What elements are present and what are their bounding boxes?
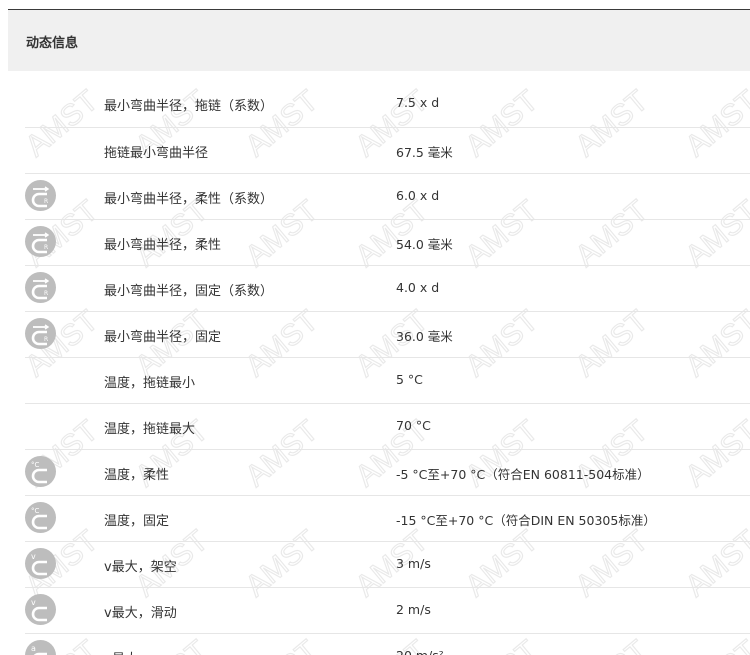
spec-value: 20 m/s² (396, 648, 444, 655)
svg-text:R: R (44, 198, 48, 205)
spec-value: 54.0 毫米 (396, 237, 453, 252)
bend-radius-icon: R (25, 272, 59, 306)
spec-label: v最大，架空 (104, 560, 177, 575)
spec-value: 3 m/s (396, 556, 431, 571)
spec-value: 36.0 毫米 (396, 329, 453, 344)
spec-row: R 最小弯曲半径，柔性（系数） 6.0 x d (25, 174, 750, 220)
spec-row: R 最小弯曲半径，固定（系数） 4.0 x d (25, 266, 750, 312)
spec-value: 70 °C (396, 418, 431, 433)
spec-value: 2 m/s (396, 602, 431, 617)
svg-text:v: v (31, 552, 36, 561)
spec-row: v v最大，架空 3 m/s (25, 542, 750, 588)
bend-radius-icon: R (25, 318, 59, 352)
spec-value: 6.0 x d (396, 188, 440, 203)
spec-label: 温度，拖链最小 (104, 376, 196, 391)
svg-text:R: R (44, 290, 48, 297)
spec-label: 最小弯曲半径，柔性（系数） (104, 192, 274, 207)
spec-value: 5 °C (396, 372, 423, 387)
spec-label: a最大 (104, 648, 138, 655)
spec-label: v最大，滑动 (104, 606, 177, 621)
spec-table: 最小弯曲半径，拖链（系数） 7.5 x d 拖链最小弯曲半径 67.5 毫米 R 最小弯曲… (25, 81, 750, 655)
spec-row: 温度，拖链最小 5 °C (25, 358, 750, 404)
spec-row: 最小弯曲半径，拖链（系数） 7.5 x d (25, 81, 750, 128)
spec-label: 最小弯曲半径，固定 (104, 330, 222, 345)
spec-label: 最小弯曲半径，固定（系数） (104, 284, 274, 299)
svg-text:R: R (44, 244, 48, 251)
spec-label: 最小弯曲半径，拖链（系数） (104, 99, 274, 114)
temperature-icon: °C (25, 502, 59, 536)
spec-label: 温度，拖链最大 (104, 422, 196, 437)
spec-value: -15 °C至+70 °C（符合DIN EN 50305标准） (396, 513, 656, 528)
spec-value: 67.5 毫米 (396, 145, 453, 160)
svg-text:v: v (31, 598, 36, 607)
spec-label: 温度，柔性 (104, 468, 170, 483)
bend-radius-icon: R (25, 226, 59, 260)
spec-label: 最小弯曲半径，柔性 (104, 238, 222, 253)
spec-row: R 最小弯曲半径，柔性 54.0 毫米 (25, 220, 750, 266)
spec-row: a a最大 20 m/s² (25, 634, 750, 655)
spec-row: v v最大，滑动 2 m/s (25, 588, 750, 634)
spec-label: 温度，固定 (104, 514, 170, 529)
section-title: 动态信息 (26, 36, 79, 51)
svg-text:a: a (31, 644, 36, 653)
dynamic-info-panel: 动态信息 AMST 最小弯曲半径，拖链（系数）7.5 x d拖链最小弯曲半径67… (8, 9, 750, 655)
svg-text:°C: °C (31, 507, 40, 515)
acceleration-icon: a (25, 640, 59, 655)
svg-text:°C: °C (31, 461, 40, 469)
velocity-icon: v (25, 548, 59, 582)
spec-value: 4.0 x d (396, 280, 440, 295)
spec-value: -5 °C至+70 °C（符合EN 60811-504标准） (396, 467, 650, 482)
spec-row: °C 温度，固定 -15 °C至+70 °C（符合DIN EN 50305标准） (25, 496, 750, 542)
spec-row: R 最小弯曲半径，固定 36.0 毫米 (25, 312, 750, 358)
velocity-icon: v (25, 594, 59, 628)
spec-value: 7.5 x d (396, 95, 440, 110)
section-header: 动态信息 (8, 10, 750, 71)
spec-row: °C 温度，柔性 -5 °C至+70 °C（符合EN 60811-504标准） (25, 450, 750, 496)
temperature-icon: °C (25, 456, 59, 490)
bend-radius-icon: R (25, 180, 59, 214)
svg-text:R: R (44, 336, 48, 343)
spec-label: 拖链最小弯曲半径 (104, 146, 209, 161)
spec-row: 温度，拖链最大 70 °C (25, 404, 750, 450)
spec-row: 拖链最小弯曲半径 67.5 毫米 (25, 128, 750, 174)
